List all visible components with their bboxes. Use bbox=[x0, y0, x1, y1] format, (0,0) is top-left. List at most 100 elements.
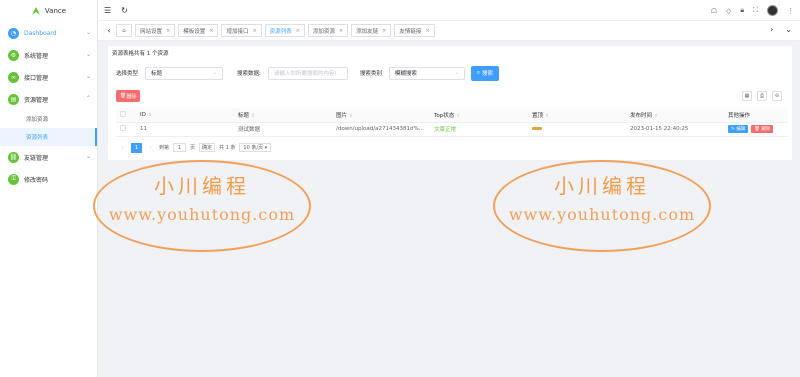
column-header-id[interactable]: ID ⇕ bbox=[136, 108, 234, 123]
close-icon[interactable]: × bbox=[296, 28, 300, 34]
lock-icon[interactable]: 🔒︎ bbox=[740, 6, 744, 15]
chevron-down-icon: ⌄ bbox=[85, 153, 91, 160]
tab-friend-links[interactable]: 友情链接 × bbox=[394, 24, 435, 37]
sidebar-item-label: 系统管理 bbox=[24, 52, 49, 60]
rocket-logo-icon bbox=[31, 7, 40, 15]
column-header-pinned[interactable]: 置顶 ⇕ bbox=[528, 108, 626, 123]
robot-icon[interactable]: ☖ bbox=[711, 7, 717, 15]
sidebar-item-api[interactable]: ∞ 接口管理 ⌄ bbox=[0, 66, 97, 88]
tabs-next-icon[interactable]: › bbox=[770, 25, 773, 34]
watermark-right: 小川编程 www.youhutong.com bbox=[493, 160, 711, 252]
tab-add-link[interactable]: 添加友链 × bbox=[351, 24, 392, 37]
column-header-publish-time[interactable]: 发布时间 ⇕ bbox=[626, 108, 724, 123]
page-size-select[interactable]: 10 条/页 ▾ bbox=[239, 143, 272, 152]
close-icon[interactable]: × bbox=[425, 28, 429, 34]
lock-icon: ⚿ bbox=[8, 173, 19, 185]
cell-id: 11 bbox=[136, 122, 234, 137]
tab-home[interactable]: ⌂ bbox=[116, 24, 132, 37]
edit-button[interactable]: ✎ 编辑 bbox=[728, 125, 749, 133]
sidebar-item-dashboard[interactable]: ◔ Dashboard ⌄ bbox=[0, 22, 97, 44]
filter-bar: 选择类型 标题 ⌄ 搜索数据: 请输入你所要搜索的内容! 搜索类别 模糊搜索 ⌄… bbox=[116, 65, 499, 81]
print-icon[interactable]: ⎙ bbox=[757, 91, 767, 101]
search-input[interactable]: 请输入你所要搜索的内容! bbox=[267, 66, 348, 80]
total-count: 共 1 条 bbox=[219, 145, 236, 151]
sidebar-item-label: Dashboard bbox=[24, 29, 57, 37]
close-icon[interactable]: × bbox=[339, 28, 343, 34]
goto-page-input[interactable]: 1 bbox=[173, 143, 187, 152]
topbar: ☰ ↻ ☖ ◇ 🔒︎ ⛶ ⋮ bbox=[98, 0, 800, 21]
close-icon[interactable]: × bbox=[209, 28, 213, 34]
speedometer-icon: ◔ bbox=[8, 27, 19, 39]
column-header-title[interactable]: 标题 ⇕ bbox=[234, 108, 332, 123]
tab-add-resource[interactable]: 添加资源 × bbox=[307, 24, 349, 37]
fullscreen-icon[interactable]: ⛶ bbox=[753, 6, 758, 15]
search-button[interactable]: ⌕ 搜索 bbox=[470, 65, 499, 81]
hot-badge-icon bbox=[532, 127, 542, 130]
cell-actions: ✎ 编辑 🗑︎ 删除 bbox=[724, 122, 788, 137]
search-icon: ⌕ bbox=[476, 69, 480, 76]
tab-site-settings[interactable]: 网站设置 × bbox=[135, 24, 176, 37]
watermark-left: 小川编程 www.youhutong.com bbox=[93, 160, 311, 252]
row-delete-button[interactable]: 🗑︎ 删除 bbox=[751, 125, 774, 133]
page-1-button[interactable]: 1 bbox=[131, 142, 142, 153]
cell-top-status: 文章正常 bbox=[430, 122, 528, 137]
close-icon[interactable]: × bbox=[382, 28, 386, 34]
sort-icon: ⇕ bbox=[147, 112, 152, 118]
chevron-down-icon: ⌄ bbox=[85, 73, 91, 80]
gear-icon: ⚙ bbox=[8, 49, 19, 61]
link-icon: ∞ bbox=[8, 71, 19, 83]
chain-icon: ⛓ bbox=[8, 151, 19, 163]
cell-title: 测试数据 bbox=[234, 122, 332, 137]
search-category-select[interactable]: 模糊搜索 ⌄ bbox=[388, 66, 465, 80]
sidebar-subitem-add-resource[interactable]: 添加资源 bbox=[0, 110, 97, 128]
cell-image: /down/upload/a271434381d%... bbox=[332, 122, 430, 137]
tab-resource-list[interactable]: 资源列表 × bbox=[264, 24, 305, 37]
next-page-icon[interactable]: › bbox=[146, 143, 155, 152]
export-icon[interactable]: ⊖ bbox=[772, 91, 782, 101]
home-icon: ⌂ bbox=[122, 27, 126, 34]
cell-pinned bbox=[528, 122, 626, 137]
row-checkbox[interactable] bbox=[116, 122, 136, 137]
chevron-down-icon: ⌄ bbox=[212, 70, 218, 76]
tabs-right-nav: › ⌄ bbox=[770, 25, 792, 34]
goto-label: 到第 bbox=[159, 145, 170, 151]
sidebar-item-links[interactable]: ⛓ 友链管理 ⌄ bbox=[0, 146, 97, 168]
tag-icon[interactable]: ◇ bbox=[726, 7, 731, 15]
columns-icon[interactable]: ▦ bbox=[742, 91, 752, 101]
topbar-actions: ☖ ◇ 🔒︎ ⛶ ⋮ bbox=[711, 0, 794, 21]
tabs-prev-icon[interactable]: ‹ bbox=[102, 26, 116, 35]
column-header-image[interactable]: 图片 ⇕ bbox=[332, 108, 430, 123]
close-icon[interactable]: × bbox=[252, 28, 256, 34]
sidebar-item-label: 资源管理 bbox=[24, 96, 49, 104]
close-icon[interactable]: × bbox=[166, 28, 170, 34]
delete-button[interactable]: 🗑︎ 删除 bbox=[116, 90, 141, 102]
more-vertical-icon[interactable]: ⋮ bbox=[787, 7, 794, 15]
pagination: ‹ 1 › 到第 1 页 确定 共 1 条 10 条/页 ▾ bbox=[118, 142, 272, 153]
sidebar: Vance ◔ Dashboard ⌄ ⚙ 系统管理 ⌄ ∞ 接口管理 ⌄ ▤ … bbox=[0, 0, 98, 377]
sort-icon: ⇕ bbox=[456, 113, 461, 119]
prev-page-icon[interactable]: ‹ bbox=[118, 143, 127, 152]
resource-table: ID ⇕ 标题 ⇕ 图片 ⇕ Top状态 ⇕ 置顶 ⇕ 发布时间 ⇕ 其他操作 11 测试数… bbox=[116, 108, 788, 137]
sidebar-subitem-resource-list[interactable]: 资源列表 bbox=[0, 128, 97, 146]
column-header-top-status[interactable]: Top状态 ⇕ bbox=[430, 108, 528, 123]
refresh-icon[interactable]: ↻ bbox=[121, 6, 128, 15]
sort-icon: ⇕ bbox=[654, 113, 658, 119]
chevron-down-icon[interactable]: ⌄ bbox=[785, 25, 792, 34]
chevron-up-icon: ⌃ bbox=[85, 95, 91, 102]
tab-template-settings[interactable]: 模板设置 × bbox=[178, 24, 219, 37]
sidebar-item-resources[interactable]: ▤ 资源管理 ⌃ bbox=[0, 88, 97, 110]
avatar[interactable] bbox=[767, 5, 778, 16]
table-header-row: ID ⇕ 标题 ⇕ 图片 ⇕ Top状态 ⇕ 置顶 ⇕ 发布时间 ⇕ 其他操作 bbox=[116, 108, 788, 123]
filter-type-label: 选择类型 bbox=[116, 71, 139, 77]
sort-icon: ⇕ bbox=[251, 113, 255, 119]
sidebar-item-system[interactable]: ⚙ 系统管理 ⌄ bbox=[0, 44, 97, 66]
menu-toggle-icon[interactable]: ☰ bbox=[104, 6, 111, 15]
filter-type-select[interactable]: 标题 ⌄ bbox=[145, 66, 224, 80]
confirm-goto-button[interactable]: 确定 bbox=[199, 143, 216, 152]
logo[interactable]: Vance bbox=[0, 0, 97, 22]
search-category-label: 搜索类别 bbox=[359, 71, 382, 77]
resources-submenu: 添加资源 资源列表 bbox=[0, 110, 97, 146]
tab-add-api[interactable]: 增加接口 × bbox=[221, 24, 262, 37]
sidebar-item-password[interactable]: ⚿ 修改密码 bbox=[0, 168, 97, 190]
select-all-checkbox[interactable] bbox=[116, 108, 136, 123]
